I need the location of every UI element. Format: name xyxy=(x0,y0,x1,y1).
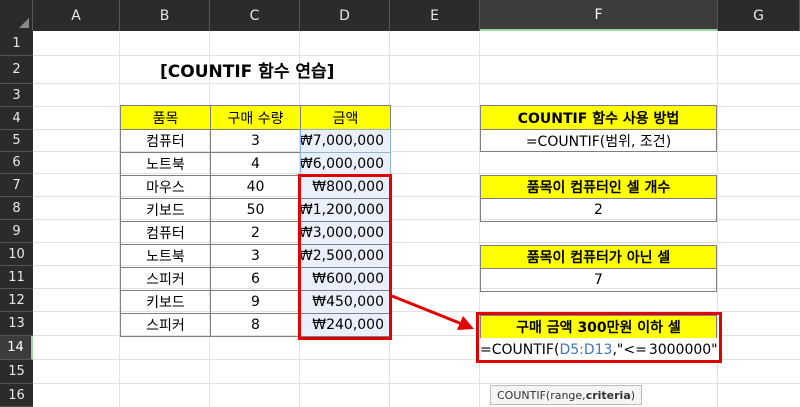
table-cell-qty[interactable]: 3 xyxy=(210,244,301,268)
tooltip-close: ) xyxy=(630,388,636,402)
grid-line-horizontal xyxy=(33,83,800,84)
row-header-13[interactable]: 13 xyxy=(0,312,33,336)
table-cell-item[interactable]: 컴퓨터 xyxy=(120,221,211,245)
table-cell-qty[interactable]: 40 xyxy=(210,175,301,199)
column-header-c[interactable]: C xyxy=(210,0,300,31)
row-header-11[interactable]: 11 xyxy=(0,266,33,289)
row-header-7[interactable]: 7 xyxy=(0,174,33,197)
row-header-6[interactable]: 6 xyxy=(0,152,33,174)
table-cell-qty[interactable]: 50 xyxy=(210,198,301,222)
column-header-d[interactable]: D xyxy=(300,0,390,31)
table-header-2[interactable]: 금액 xyxy=(300,105,391,130)
row-header-15[interactable]: 15 xyxy=(0,360,33,384)
q1-title-cell[interactable]: 품목이 컴퓨터인 셀 개수 xyxy=(480,175,717,199)
column-header-a[interactable]: A xyxy=(33,0,120,31)
table-cell-item[interactable]: 노트북 xyxy=(120,244,211,268)
table-cell-qty[interactable]: 8 xyxy=(210,313,301,337)
row-header-2[interactable]: 2 xyxy=(0,56,33,84)
table-cell-item[interactable]: 마우스 xyxy=(120,175,211,199)
row-header-3[interactable]: 3 xyxy=(0,84,33,107)
row-header-1[interactable]: 1 xyxy=(0,31,33,56)
sheet-title[interactable]: [COUNTIF 함수 연습] xyxy=(160,56,360,83)
row-header-10[interactable]: 10 xyxy=(0,243,33,266)
q3-highlight xyxy=(476,312,722,363)
table-cell-item[interactable]: 키보드 xyxy=(120,290,211,314)
column-header-b[interactable]: B xyxy=(120,0,210,31)
amount-range-highlight xyxy=(298,174,392,340)
function-tooltip: COUNTIF(range, criteria) xyxy=(490,385,643,405)
q1-result-cell[interactable]: 2 xyxy=(480,198,717,222)
column-header-f[interactable]: F xyxy=(480,0,718,31)
q2-title-cell[interactable]: 품목이 컴퓨터가 아닌 셀 xyxy=(480,245,717,269)
table-cell-qty[interactable]: 6 xyxy=(210,267,301,291)
table-cell-qty[interactable]: 2 xyxy=(210,221,301,245)
row-header-4[interactable]: 4 xyxy=(0,107,33,130)
table-cell-item[interactable]: 노트북 xyxy=(120,152,211,176)
table-header-1[interactable]: 구매 수량 xyxy=(210,105,301,130)
table-cell-qty[interactable]: 9 xyxy=(210,290,301,314)
row-header-12[interactable]: 12 xyxy=(0,289,33,312)
usage-syntax-cell[interactable]: =COUNTIF(범위, 조건) xyxy=(480,129,717,152)
row-header-5[interactable]: 5 xyxy=(0,130,33,152)
column-header-g[interactable]: G xyxy=(718,0,800,31)
row-header-16[interactable]: 16 xyxy=(0,384,33,407)
table-cell-qty[interactable]: 3 xyxy=(210,129,301,153)
tooltip-arg: criteria xyxy=(585,388,631,402)
table-cell-item[interactable]: 키보드 xyxy=(120,198,211,222)
tooltip-fn: COUNTIF(range, xyxy=(497,388,586,402)
table-cell-amount[interactable]: ₩6,000,000 xyxy=(300,152,391,176)
q2-result-cell[interactable]: 7 xyxy=(480,268,717,292)
select-all-corner[interactable] xyxy=(0,0,33,31)
table-cell-amount[interactable]: ₩7,000,000 xyxy=(300,129,391,153)
table-cell-item[interactable]: 컴퓨터 xyxy=(120,129,211,153)
row-header-9[interactable]: 9 xyxy=(0,220,33,243)
column-header-e[interactable]: E xyxy=(390,0,480,31)
row-header-14[interactable]: 14 xyxy=(0,336,33,360)
table-cell-item[interactable]: 스피커 xyxy=(120,267,211,291)
grid-line-horizontal xyxy=(33,383,800,384)
table-cell-item[interactable]: 스피커 xyxy=(120,313,211,337)
table-header-0[interactable]: 품목 xyxy=(120,105,211,130)
row-header-8[interactable]: 8 xyxy=(0,197,33,220)
table-cell-qty[interactable]: 4 xyxy=(210,152,301,176)
grid-line-horizontal xyxy=(33,55,800,56)
usage-title-cell[interactable]: COUNTIF 함수 사용 방법 xyxy=(480,105,717,130)
